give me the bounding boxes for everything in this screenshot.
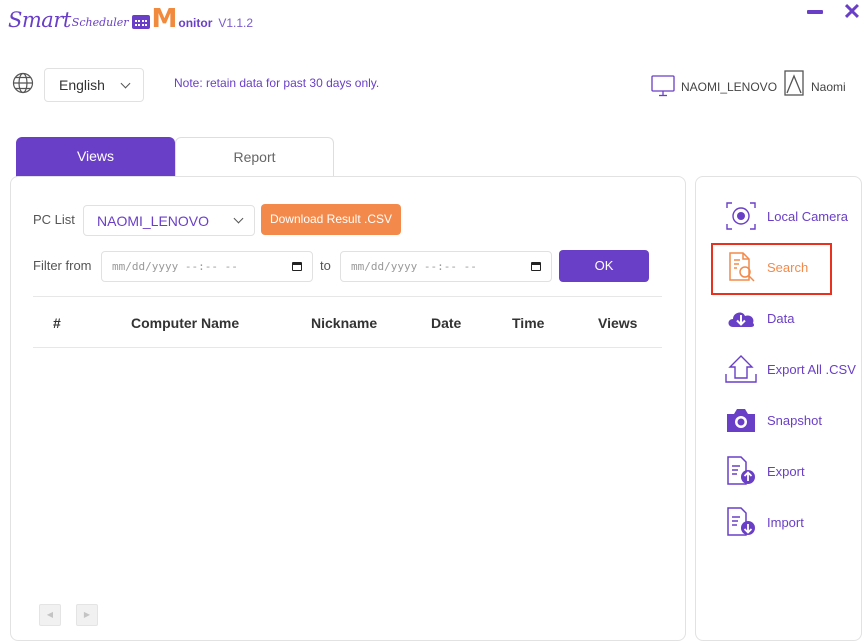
filter-from-placeholder: mm/dd/yyyy --:-- -- xyxy=(112,260,238,273)
chevron-down-icon xyxy=(120,78,131,88)
export-all-csv-button[interactable]: Export All .CSV xyxy=(724,352,859,386)
data-button[interactable]: Data xyxy=(724,301,859,335)
app-logo: Smart Scheduler M onitor V1.1.2 xyxy=(8,6,253,32)
search-highlight-frame xyxy=(711,243,832,295)
cloud-download-icon xyxy=(728,312,755,327)
logo-monitor: onitor xyxy=(178,16,213,30)
minimize-icon[interactable] xyxy=(807,10,823,14)
title-bar: Smart Scheduler M onitor V1.1.2 ✕ xyxy=(0,0,867,42)
close-icon[interactable]: ✕ xyxy=(841,0,863,24)
globe-icon xyxy=(12,72,34,94)
local-camera-button[interactable]: Local Camera xyxy=(724,199,859,233)
import-button[interactable]: Import xyxy=(724,505,859,539)
previous-page-button[interactable]: ◀ xyxy=(39,604,61,626)
column-header-computer-name: Computer Name xyxy=(131,315,240,331)
ok-button[interactable]: OK xyxy=(559,250,649,282)
import-label: Import xyxy=(767,514,804,530)
logo-scheduler: Scheduler xyxy=(71,16,129,29)
next-page-button[interactable]: ▶ xyxy=(76,604,98,626)
user-avatar-icon xyxy=(784,70,804,96)
computer-name: NAOMI_LENOVO xyxy=(681,80,778,94)
language-value: English xyxy=(59,77,105,93)
snapshot-label: Snapshot xyxy=(767,412,822,428)
filter-from-label: Filter from xyxy=(33,258,92,273)
pc-list-value: NAOMI_LENOVO xyxy=(97,212,210,229)
local-camera-label: Local Camera xyxy=(767,208,848,224)
import-document-icon xyxy=(727,507,755,536)
column-header-date: Date xyxy=(431,315,462,331)
export-upload-icon xyxy=(725,355,757,383)
camera-lens-icon xyxy=(726,202,756,230)
computer-icon xyxy=(651,75,675,97)
pc-list-select[interactable]: NAOMI_LENOVO xyxy=(83,205,255,236)
logo-smart: Smart xyxy=(8,8,71,32)
filter-from-input[interactable]: mm/dd/yyyy --:-- -- xyxy=(101,251,313,282)
tab-report[interactable]: Report xyxy=(175,137,334,177)
column-header-views: Views xyxy=(598,315,638,331)
data-label: Data xyxy=(767,310,795,326)
retention-note: Note: retain data for past 30 days only. xyxy=(174,76,380,90)
column-header-time: Time xyxy=(512,315,545,331)
column-header-nickname: Nickname xyxy=(311,315,378,331)
export-all-csv-label: Export All .CSV xyxy=(767,361,856,377)
snapshot-camera-icon xyxy=(727,409,755,432)
calendar-icon[interactable] xyxy=(531,262,541,271)
table-top-divider xyxy=(33,296,662,297)
calendar-icon[interactable] xyxy=(292,262,302,271)
pc-list-label: PC List xyxy=(33,212,75,227)
export-label: Export xyxy=(767,463,805,479)
views-panel xyxy=(10,176,686,641)
snapshot-button[interactable]: Snapshot xyxy=(724,403,859,437)
app-version: V1.1.2 xyxy=(218,16,254,30)
filter-to-input[interactable]: mm/dd/yyyy --:-- -- xyxy=(340,251,552,282)
tab-views[interactable]: Views xyxy=(16,137,175,177)
export-document-icon xyxy=(727,456,755,485)
column-header-index: # xyxy=(53,315,61,331)
table-header-divider xyxy=(33,347,662,348)
language-select[interactable]: English xyxy=(44,68,144,102)
download-csv-button[interactable]: Download Result .CSV xyxy=(261,204,401,235)
logo-m: M xyxy=(151,4,178,34)
filter-to-placeholder: mm/dd/yyyy --:-- -- xyxy=(351,260,477,273)
export-button[interactable]: Export xyxy=(724,454,859,488)
user-name: Naomi xyxy=(811,80,846,94)
filter-to-label: to xyxy=(320,258,331,273)
logo-calendar-icon xyxy=(131,15,150,29)
chevron-down-icon xyxy=(233,213,244,224)
